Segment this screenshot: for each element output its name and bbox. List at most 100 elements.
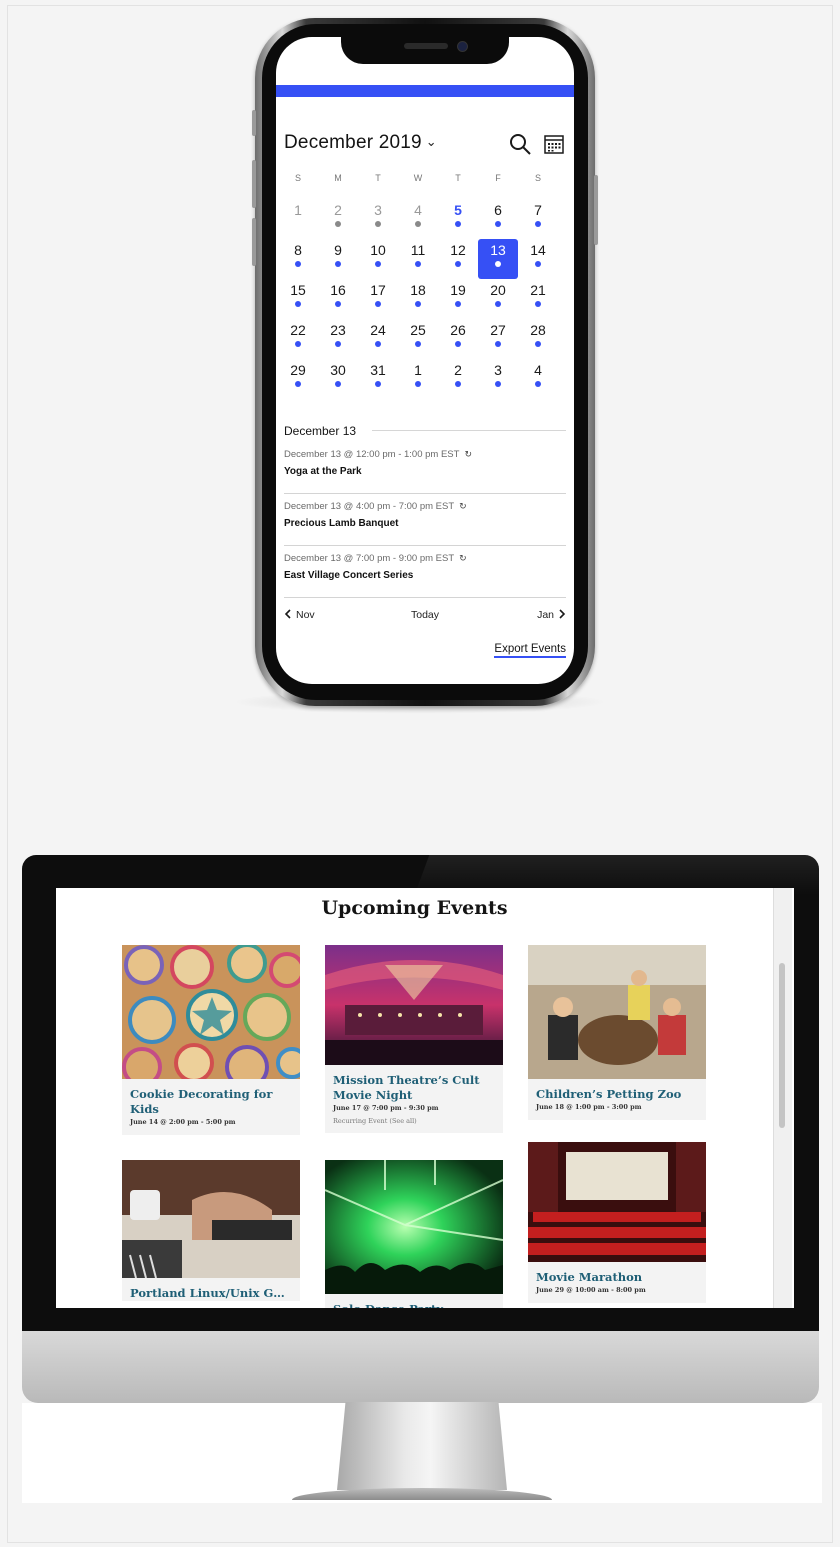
event-card[interactable]: Movie Marathon June 29 @ 10:00 am - 8:00… [528, 1142, 706, 1303]
event-card-date: June 29 @ 10:00 am - 8:00 pm [536, 1286, 646, 1294]
event-card-title[interactable]: Movie Marathon [528, 1262, 706, 1285]
event-indicator-dot [415, 381, 421, 387]
day-number: 2 [334, 202, 342, 218]
calendar-day[interactable]: 8 [278, 239, 318, 279]
calendar-day[interactable]: 29 [278, 359, 318, 399]
calendar-day[interactable]: 20 [478, 279, 518, 319]
month-selector[interactable]: December 2019 ⌄ [284, 132, 437, 154]
event-indicator-dot [535, 341, 541, 347]
event-time: December 13 @ 7:00 pm - 9:00 pm EST [284, 553, 455, 564]
calendar-day[interactable]: 5 [438, 199, 478, 239]
calendar-day[interactable]: 18 [398, 279, 438, 319]
calendar-day[interactable]: 25 [398, 319, 438, 359]
event-card-title[interactable]: Cookie Decorating for Kids [122, 1079, 300, 1117]
calendar-grid-icon[interactable] [542, 132, 566, 156]
event-card[interactable]: Children’s Petting Zoo June 18 @ 1:00 pm… [528, 945, 706, 1120]
today-button[interactable]: Today [284, 609, 566, 621]
day-number: 29 [290, 362, 306, 378]
day-number: 11 [410, 242, 426, 258]
calendar-day[interactable]: 23 [318, 319, 358, 359]
event-item[interactable]: December 13 @ 7:00 pm - 9:00 pm EST ↻ Eas… [284, 545, 566, 598]
scrollbar-thumb[interactable] [779, 963, 785, 1128]
phone-volume-down [252, 218, 256, 266]
calendar-day[interactable]: 24 [358, 319, 398, 359]
event-indicator-dot [535, 261, 541, 267]
day-number: 9 [334, 242, 342, 258]
day-number: 2 [454, 362, 462, 378]
event-time: December 13 @ 4:00 pm - 7:00 pm EST [284, 501, 455, 512]
calendar-day[interactable]: 9 [318, 239, 358, 279]
calendar-day[interactable]: 14 [518, 239, 558, 279]
day-number: 8 [294, 242, 302, 258]
selected-date-label: December 13 [284, 424, 371, 438]
day-number: 31 [370, 362, 386, 378]
calendar-day[interactable]: 21 [518, 279, 558, 319]
calendar-day[interactable]: 11 [398, 239, 438, 279]
calendar-day[interactable]: 15 [278, 279, 318, 319]
event-card[interactable]: Solo Dance Party [325, 1160, 503, 1308]
page-scrollbar[interactable] [773, 888, 792, 1308]
day-number: 25 [410, 322, 426, 338]
calendar-day[interactable]: 3 [358, 199, 398, 239]
calendar-day[interactable]: 1 [398, 359, 438, 399]
day-number: 24 [370, 322, 386, 338]
event-indicator-dot [495, 341, 501, 347]
calendar-day[interactable]: 30 [318, 359, 358, 399]
calendar-day[interactable]: 28 [518, 319, 558, 359]
event-card-title[interactable]: Solo Dance Party [325, 1294, 503, 1308]
day-number: 7 [534, 202, 542, 218]
calendar-day[interactable]: 12 [438, 239, 478, 279]
day-number: 13 [490, 242, 506, 258]
event-card-title[interactable]: Portland Linux/Unix G… [122, 1278, 300, 1301]
search-icon[interactable] [508, 132, 532, 156]
event-indicator-dot [375, 341, 381, 347]
event-image [325, 945, 503, 1065]
event-item[interactable]: December 13 @ 4:00 pm - 7:00 pm EST ↻ Pre… [284, 493, 566, 546]
event-indicator-dot [415, 301, 421, 307]
event-indicator-dot [455, 221, 461, 227]
event-indicator-dot [295, 341, 301, 347]
next-month-button[interactable]: Jan [537, 609, 566, 621]
calendar-day[interactable]: 19 [438, 279, 478, 319]
recurring-event-link[interactable]: Recurring Event (See all) [325, 1112, 503, 1133]
calendar-day[interactable]: 13 [478, 239, 518, 279]
calendar-day[interactable]: 10 [358, 239, 398, 279]
day-number: 26 [450, 322, 466, 338]
calendar-day[interactable]: 17 [358, 279, 398, 319]
event-indicator-dot [455, 261, 461, 267]
event-title: East Village Concert Series [284, 570, 414, 581]
calendar-day[interactable]: 7 [518, 199, 558, 239]
divider [372, 430, 566, 431]
calendar-day[interactable]: 4 [398, 199, 438, 239]
calendar-day[interactable]: 26 [438, 319, 478, 359]
calendar-day[interactable]: 2 [318, 199, 358, 239]
event-card[interactable]: Cookie Decorating for Kids June 14 @ 2:0… [122, 945, 300, 1135]
calendar-day[interactable]: 6 [478, 199, 518, 239]
event-card-title[interactable]: Children’s Petting Zoo [528, 1079, 706, 1102]
day-number: 3 [494, 362, 502, 378]
calendar-day[interactable]: 4 [518, 359, 558, 399]
event-card[interactable]: Portland Linux/Unix G… [122, 1160, 300, 1301]
calendar-day[interactable]: 22 [278, 319, 318, 359]
event-indicator-dot [535, 221, 541, 227]
event-card-title[interactable]: Mission Theatre’s Cult Movie Night [325, 1065, 503, 1103]
event-indicator-dot [335, 381, 341, 387]
weekday-label: T [375, 173, 381, 183]
event-indicator-dot [495, 261, 501, 267]
calendar-day[interactable]: 31 [358, 359, 398, 399]
phone-camera [457, 41, 468, 52]
event-indicator-dot [295, 381, 301, 387]
event-indicator-dot [335, 261, 341, 267]
event-item[interactable]: December 13 @ 12:00 pm - 1:00 pm EST ↻ Yo… [284, 441, 566, 494]
calendar-day[interactable]: 2 [438, 359, 478, 399]
calendar-day[interactable]: 16 [318, 279, 358, 319]
day-number: 23 [330, 322, 346, 338]
calendar-day[interactable]: 3 [478, 359, 518, 399]
calendar-day[interactable]: 1 [278, 199, 318, 239]
event-card[interactable]: Mission Theatre’s Cult Movie Night June … [325, 945, 503, 1133]
repeat-icon: ↻ [459, 501, 467, 511]
export-events-link[interactable]: Export Events [494, 643, 566, 658]
day-number: 16 [330, 282, 346, 298]
repeat-icon: ↻ [459, 553, 467, 563]
calendar-day[interactable]: 27 [478, 319, 518, 359]
